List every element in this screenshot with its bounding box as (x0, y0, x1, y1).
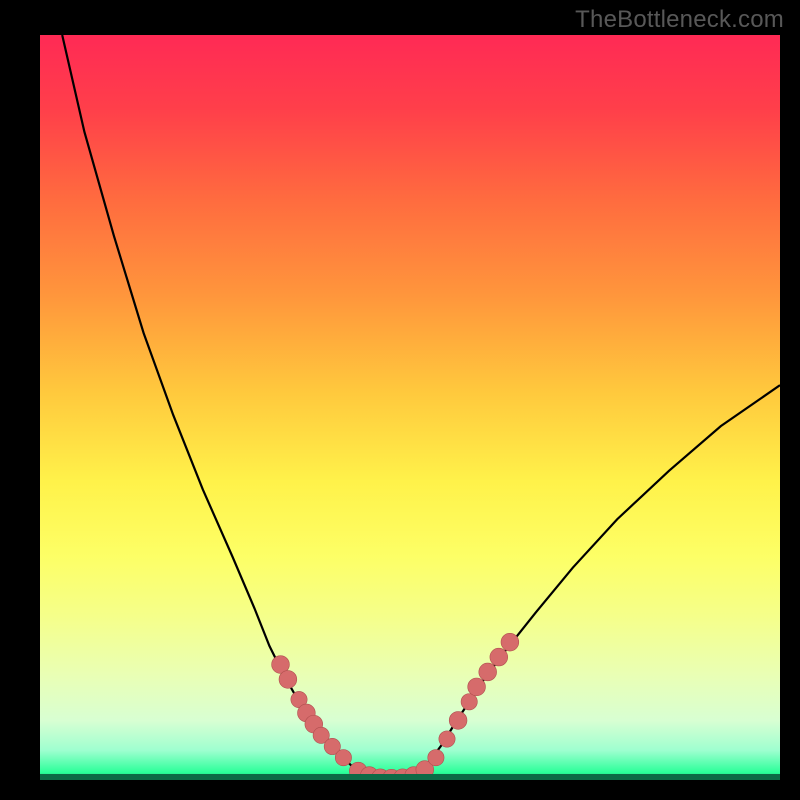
marker-dot (394, 769, 412, 780)
marker-dot (360, 767, 378, 780)
curve-right (410, 385, 780, 778)
marker-dot (313, 727, 329, 743)
marker-dot (335, 750, 351, 766)
marker-dot (272, 656, 290, 674)
marker-dot (305, 715, 323, 733)
scatter-markers (272, 633, 519, 780)
curve-left (62, 35, 373, 779)
chart-stage: TheBottleneck.com (0, 0, 800, 800)
marker-dot (279, 671, 297, 689)
marker-dot (324, 738, 340, 754)
marker-dot (461, 694, 477, 710)
marker-dot (416, 761, 434, 779)
marker-dot (291, 691, 307, 707)
marker-dot (405, 767, 423, 780)
watermark-text: TheBottleneck.com (575, 6, 784, 34)
marker-dot (479, 663, 497, 681)
marker-dot (468, 678, 486, 696)
marker-dot (439, 731, 455, 747)
marker-dot (449, 712, 467, 730)
marker-dot (501, 633, 519, 651)
marker-dot (383, 769, 401, 780)
marker-dot (298, 704, 316, 722)
marker-dot (372, 769, 390, 780)
marker-dot (428, 750, 444, 766)
marker-dot (490, 648, 508, 666)
marker-dot (349, 762, 367, 780)
plot-area (40, 35, 780, 780)
chart-overlay (40, 35, 780, 780)
